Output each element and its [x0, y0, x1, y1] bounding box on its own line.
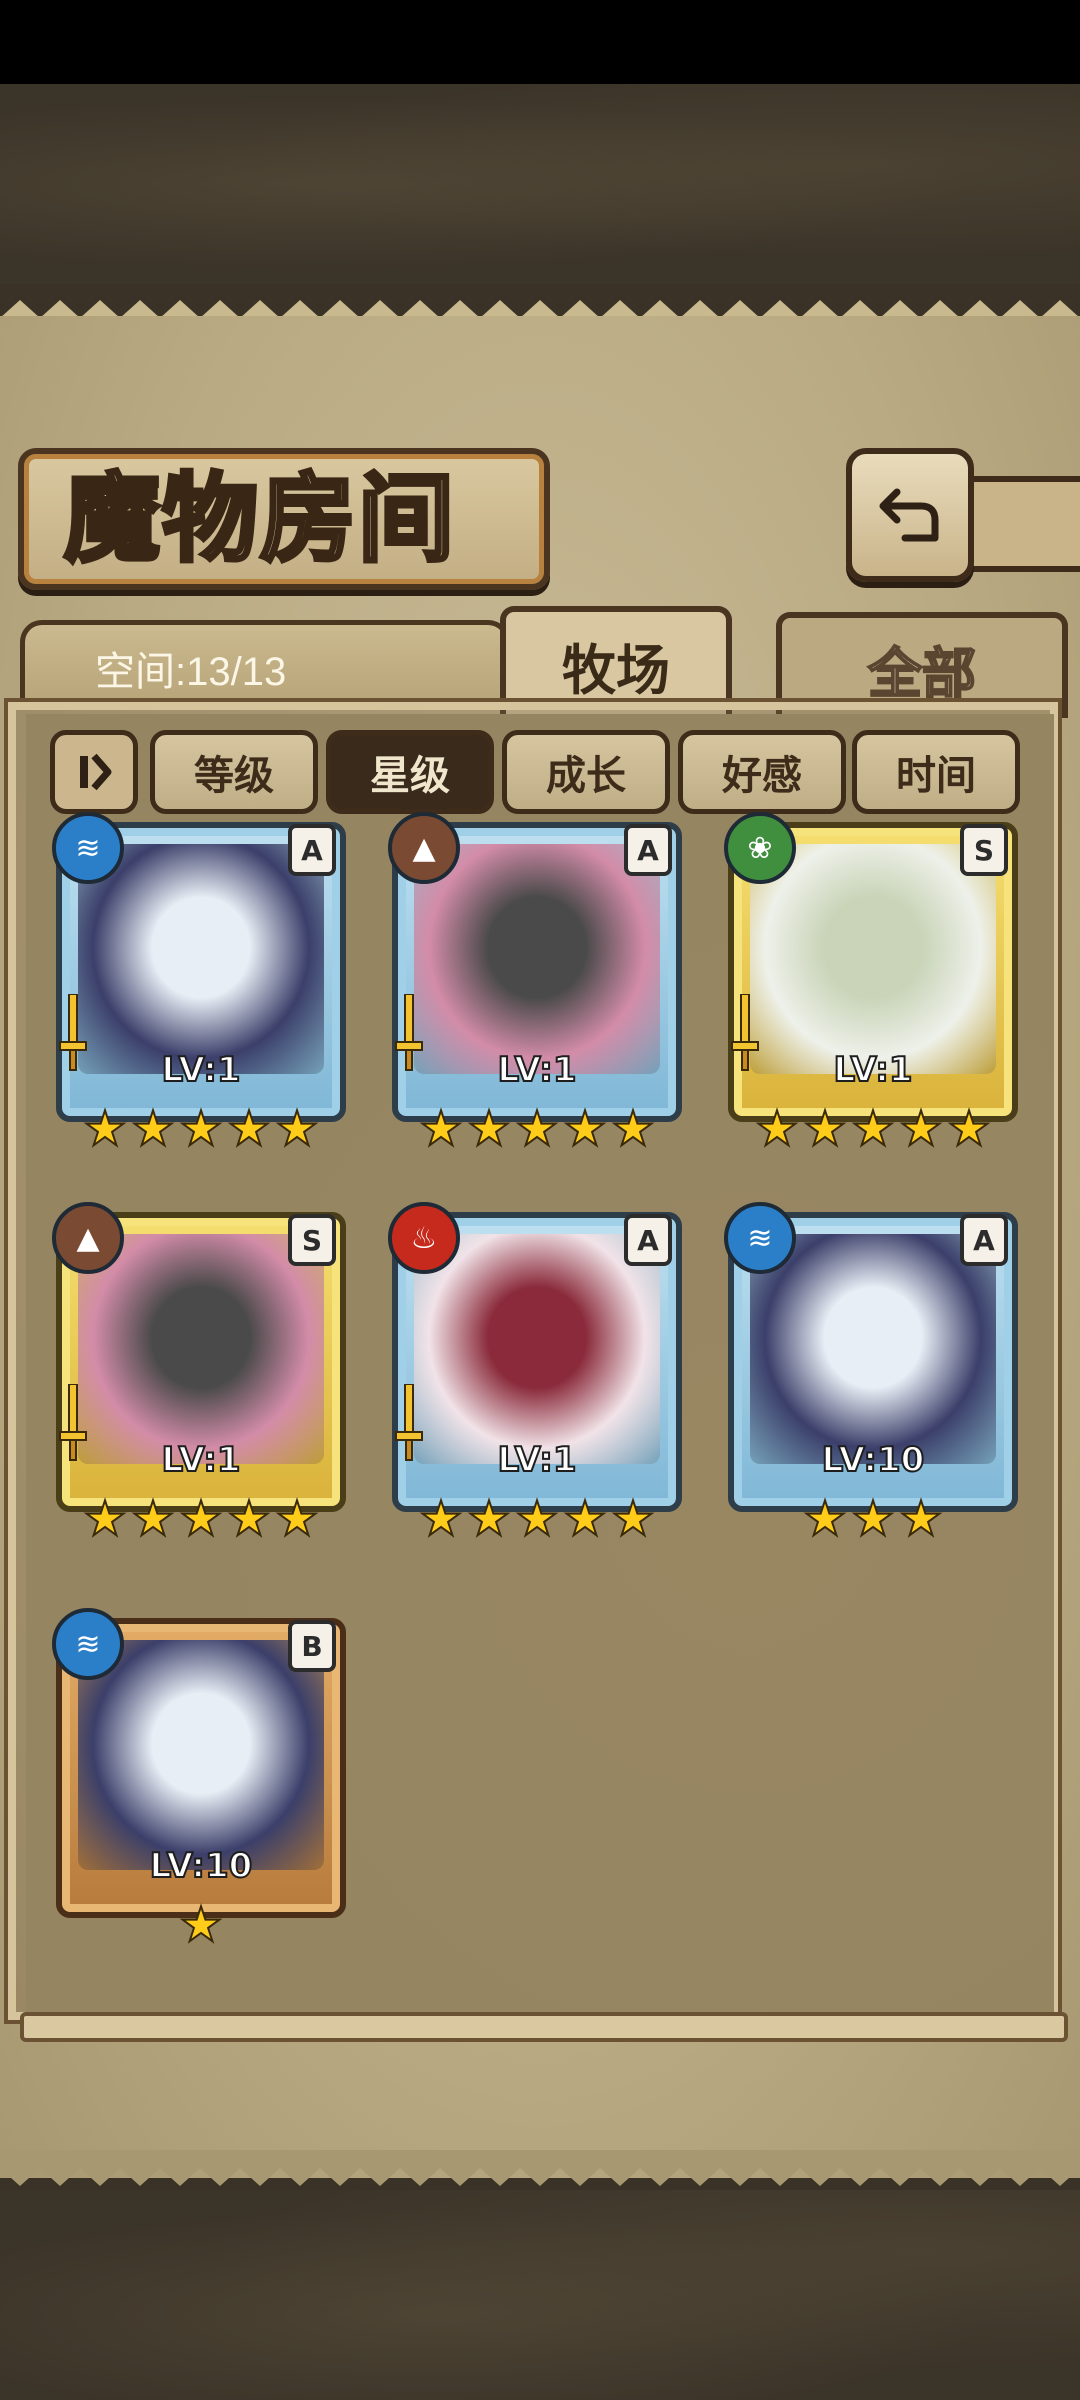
star-rating: ★ ★ ★ ★ ★	[728, 1101, 1018, 1157]
rank-badge: S	[960, 824, 1008, 876]
level-label: LV:1	[496, 1439, 577, 1481]
monster-card[interactable]: ❀ S LV:1 ★ ★ ★ ★ ★	[724, 812, 1018, 1162]
filter-time-label: 时间	[896, 753, 976, 799]
earth-element-icon: ▲	[388, 812, 460, 884]
fire-element-icon: ♨	[388, 1202, 460, 1274]
monster-portrait	[750, 1234, 996, 1464]
star-icon: ★	[178, 1491, 223, 1547]
status-bar	[0, 0, 1080, 84]
star-icon: ★	[226, 1101, 271, 1157]
monster-card[interactable]: ▲ S LV:1 ★ ★ ★ ★ ★	[52, 1202, 346, 1552]
star-icon: ★	[898, 1491, 943, 1547]
rank-badge: A	[624, 824, 672, 876]
star-icon: ★	[850, 1101, 895, 1157]
wood-element-icon: ❀	[724, 812, 796, 884]
star-icon: ★	[226, 1491, 271, 1547]
star-icon: ★	[802, 1491, 847, 1547]
level-label: LV:10	[821, 1439, 926, 1481]
title-plate: 魔物房间	[18, 448, 550, 590]
filter-level-button[interactable]: 等级	[150, 730, 318, 814]
water-element-icon: ≋	[724, 1202, 796, 1274]
star-icon: ★	[898, 1101, 943, 1157]
star-icon: ★	[754, 1101, 799, 1157]
filter-growth-button[interactable]: 成长	[502, 730, 670, 814]
level-label: LV:1	[160, 1439, 241, 1481]
map-background-top	[0, 84, 1080, 284]
star-icon: ★	[946, 1101, 991, 1157]
water-element-icon: ≋	[52, 1608, 124, 1680]
star-icon: ★	[466, 1491, 511, 1547]
level-label: LV:1	[832, 1049, 913, 1091]
monster-card[interactable]: ≋ B LV:10 ★	[52, 1608, 346, 1958]
space-capacity-text: 空间:13/13	[95, 650, 287, 694]
level-label: LV:1	[160, 1049, 241, 1091]
back-button[interactable]	[846, 448, 974, 582]
star-icon: ★	[562, 1491, 607, 1547]
star-icon: ★	[274, 1491, 319, 1547]
filter-affection-label: 好感	[722, 753, 802, 799]
pause-sort-icon	[80, 753, 112, 791]
star-icon: ★	[418, 1101, 463, 1157]
star-icon: ★	[514, 1101, 559, 1157]
sort-order-toggle[interactable]	[50, 730, 138, 814]
star-icon: ★	[178, 1897, 223, 1953]
page-title: 魔物房间	[62, 462, 456, 576]
return-arrow-icon	[879, 488, 939, 542]
map-background-bottom	[0, 2190, 1080, 2400]
monster-card[interactable]: ≋ A LV:1 ★ ★ ★ ★ ★	[52, 812, 346, 1162]
star-icon: ★	[82, 1101, 127, 1157]
filter-affection-button[interactable]: 好感	[678, 730, 846, 814]
star-icon: ★	[466, 1101, 511, 1157]
monster-card[interactable]: ♨ A LV:1 ★ ★ ★ ★ ★	[388, 1202, 682, 1552]
star-icon: ★	[802, 1101, 847, 1157]
filter-time-button[interactable]: 时间	[852, 730, 1020, 814]
star-rating: ★	[56, 1897, 346, 1953]
star-icon: ★	[850, 1491, 895, 1547]
star-icon: ★	[562, 1101, 607, 1157]
level-label: LV:10	[149, 1845, 254, 1887]
rank-badge: A	[288, 824, 336, 876]
star-icon: ★	[418, 1491, 463, 1547]
rank-badge: A	[624, 1214, 672, 1266]
star-icon: ★	[130, 1101, 175, 1157]
rank-badge: B	[288, 1620, 336, 1672]
star-icon: ★	[610, 1491, 655, 1547]
panel-bottom-strip	[20, 2012, 1068, 2042]
star-rating: ★ ★ ★ ★ ★	[392, 1101, 682, 1157]
tab-all-label: 全部	[867, 641, 977, 706]
level-label: LV:1	[496, 1049, 577, 1091]
star-icon: ★	[610, 1101, 655, 1157]
star-icon: ★	[274, 1101, 319, 1157]
monster-card[interactable]: ▲ A LV:1 ★ ★ ★ ★ ★	[388, 812, 682, 1162]
tab-ranch-label: 牧场	[562, 638, 670, 702]
star-icon: ★	[82, 1491, 127, 1547]
filter-level-label: 等级	[194, 753, 274, 799]
star-rating: ★ ★ ★ ★ ★	[56, 1101, 346, 1157]
monster-portrait	[78, 844, 324, 1074]
star-icon: ★	[514, 1491, 559, 1547]
rank-badge: A	[960, 1214, 1008, 1266]
earth-element-icon: ▲	[52, 1202, 124, 1274]
monster-card[interactable]: ≋ A LV:10 ★ ★ ★	[724, 1202, 1018, 1552]
back-button-tail	[962, 476, 1080, 572]
star-rating: ★ ★ ★ ★ ★	[392, 1491, 682, 1547]
filter-growth-label: 成长	[546, 753, 626, 799]
monster-portrait	[750, 844, 996, 1074]
monster-portrait	[78, 1640, 324, 1870]
star-rating: ★ ★ ★	[728, 1491, 1018, 1547]
water-element-icon: ≋	[52, 812, 124, 884]
monster-portrait	[414, 1234, 660, 1464]
parchment-edge-bottom	[0, 2150, 1080, 2186]
rank-badge: S	[288, 1214, 336, 1266]
monster-portrait	[78, 1234, 324, 1464]
star-icon: ★	[178, 1101, 223, 1157]
filter-star-label: 星级	[370, 753, 450, 799]
star-icon: ★	[130, 1491, 175, 1547]
space-capacity-bar: 空间:13/13	[20, 620, 510, 703]
monster-portrait	[414, 844, 660, 1074]
filter-star-button[interactable]: 星级	[326, 730, 494, 814]
star-rating: ★ ★ ★ ★ ★	[56, 1491, 346, 1547]
